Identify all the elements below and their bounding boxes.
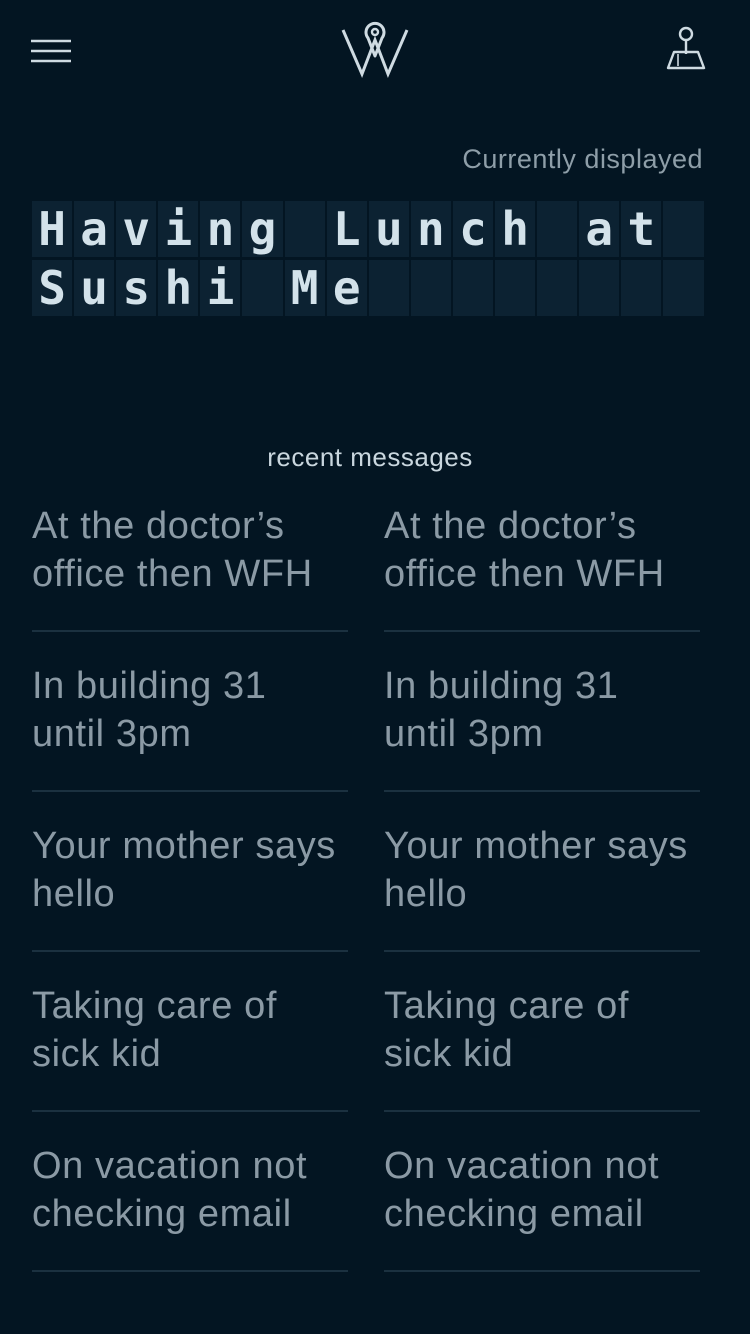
- recent-messages-heading: recent messages: [267, 442, 473, 472]
- menu-button[interactable]: [30, 34, 74, 68]
- message-row: At the doctor’s office then WFH At the do…: [32, 500, 700, 660]
- board-cell: [663, 201, 704, 257]
- currently-displayed-label: Currently displayed: [462, 144, 703, 174]
- board-cell: a: [579, 201, 620, 257]
- board-cell: c: [452, 201, 494, 257]
- board-cell: [537, 260, 578, 316]
- board-cell: [284, 201, 325, 257]
- recent-message-item[interactable]: Taking care of sick kid: [384, 980, 700, 1112]
- recent-messages-list: At the doctor’s office then WFH At the do…: [32, 500, 700, 1300]
- board-cell: g: [242, 201, 283, 257]
- recent-message-item[interactable]: Your mother says hello: [32, 820, 348, 952]
- board-cell: M: [284, 260, 325, 316]
- recent-message-item[interactable]: In building 31 until 3pm: [32, 660, 348, 792]
- board-cell: n: [410, 201, 451, 257]
- board-cell: H: [32, 201, 73, 257]
- board-button[interactable]: [662, 24, 710, 74]
- recent-message-item[interactable]: In building 31 until 3pm: [384, 660, 700, 792]
- board-row: Having Lunch at: [32, 201, 708, 257]
- hamburger-menu-icon: [31, 39, 71, 63]
- board-cell: [495, 260, 536, 316]
- display-board: Having Lunch atSushi Me: [32, 201, 708, 319]
- board-cell: v: [116, 201, 157, 257]
- board-cell: n: [200, 201, 241, 257]
- board-cell: [621, 260, 662, 316]
- board-cell: h: [158, 260, 199, 316]
- board-cell: i: [158, 201, 199, 257]
- recent-message-item[interactable]: Taking care of sick kid: [32, 980, 348, 1112]
- location-pin-w-logo-icon: [341, 21, 409, 78]
- header: [0, 0, 750, 110]
- board-cell: [663, 260, 704, 316]
- recent-message-item[interactable]: On vacation not checking email: [384, 1140, 700, 1272]
- recent-message-item[interactable]: At the doctor’s office then WFH: [32, 500, 348, 632]
- recent-message-item[interactable]: Your mother says hello: [384, 820, 700, 952]
- board-cell: [579, 260, 620, 316]
- message-row: Taking care of sick kid Taking care of si…: [32, 980, 700, 1140]
- app-logo: [338, 18, 412, 80]
- board-cell: a: [74, 201, 115, 257]
- board-cell: [242, 260, 283, 316]
- board-cell: S: [32, 260, 73, 316]
- board-cell: L: [326, 201, 367, 257]
- message-row: Your mother says hello Your mother says h…: [32, 820, 700, 980]
- board-cell: [452, 260, 494, 316]
- board-row: Sushi Me: [32, 260, 708, 316]
- board-cell: [537, 201, 578, 257]
- recent-message-item[interactable]: At the doctor’s office then WFH: [384, 500, 700, 632]
- board-cell: i: [200, 260, 241, 316]
- board-cell: e: [326, 260, 367, 316]
- board-cell: s: [116, 260, 157, 316]
- board-cell: t: [621, 201, 662, 257]
- board-cell: h: [495, 201, 536, 257]
- board-cell: [410, 260, 451, 316]
- message-row: On vacation not checking email On vacatio…: [32, 1140, 700, 1300]
- board-cell: [368, 260, 409, 316]
- recent-message-item[interactable]: On vacation not checking email: [32, 1140, 348, 1272]
- board-pin-icon: [666, 26, 706, 70]
- board-cell: u: [74, 260, 115, 316]
- message-row: In building 31 until 3pm In building 31 u…: [32, 660, 700, 820]
- board-cell: u: [368, 201, 409, 257]
